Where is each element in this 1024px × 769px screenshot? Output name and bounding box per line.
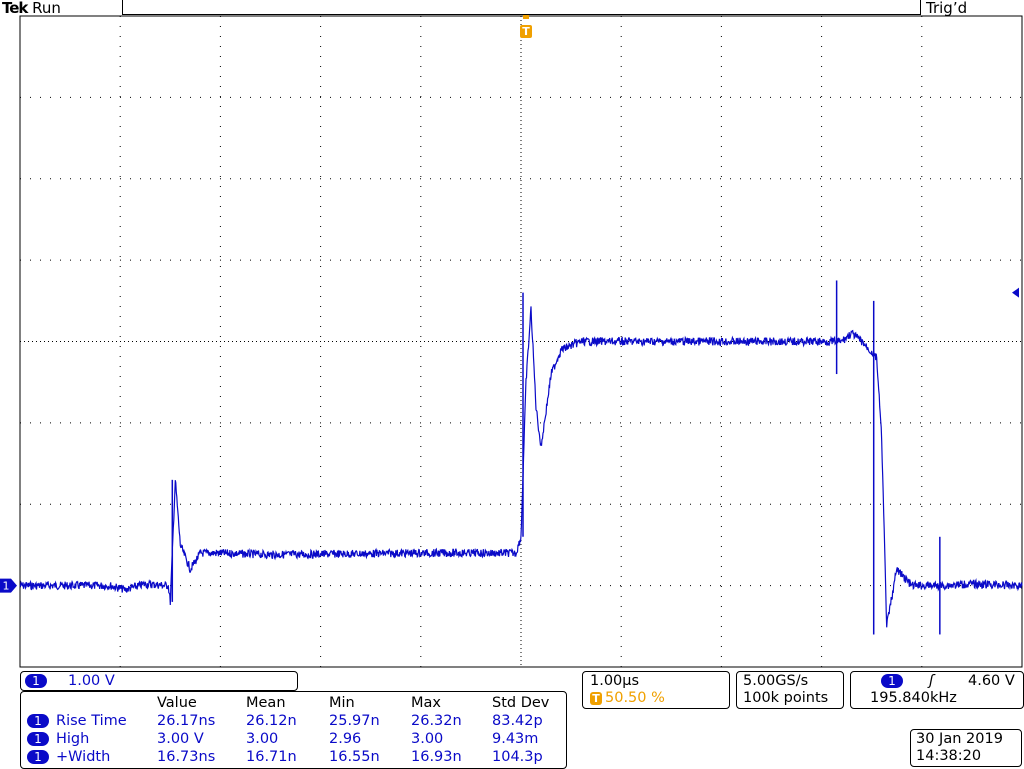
timebase-readout[interactable]: 1.00µs T 50.50 % <box>582 671 730 709</box>
brand-logo: Tek <box>2 0 28 17</box>
channel-scale-value: 1.00 V <box>68 673 115 689</box>
header-mean: Mean <box>246 695 286 711</box>
measurement-value: 26.17ns <box>157 713 216 729</box>
trigger-level-arrow <box>1012 287 1019 298</box>
measurement-std-dev: 83.42p <box>492 713 543 729</box>
measurement-name: Rise Time <box>56 713 127 729</box>
trigger-position-icon: T <box>590 692 602 705</box>
measurement-value: 16.73ns <box>157 749 216 765</box>
measurement-value: 3.00 V <box>157 731 204 747</box>
trigger-status: Trig’d <box>926 0 968 17</box>
row-channel-badge: 1 <box>27 750 49 764</box>
measurement-row[interactable]: 1 High 3.00 V 3.00 2.96 3.00 9.43m <box>21 730 566 748</box>
measurement-mean: 16.71n <box>246 749 297 765</box>
trigger-source-badge: 1 <box>881 674 903 688</box>
header-min: Min <box>329 695 355 711</box>
trigger-level: 4.60 V <box>968 673 1015 689</box>
channel-scale-readout[interactable]: 1 1.00 V <box>20 671 298 691</box>
measurement-mean: 26.12n <box>246 713 297 729</box>
measurement-min: 2.96 <box>329 731 362 747</box>
measurement-name: +Width <box>56 749 111 765</box>
record-length: 100k points <box>743 690 829 706</box>
top-status-label: Tek Run <box>2 0 61 16</box>
sample-rate: 5.00GS/s <box>743 673 809 689</box>
measurement-mean: 3.00 <box>246 731 279 747</box>
measurement-max: 3.00 <box>411 731 444 747</box>
measurement-std-dev: 104.3p <box>492 749 543 765</box>
row-channel-badge: 1 <box>27 714 49 728</box>
rising-edge-icon: ʃ <box>929 673 934 689</box>
header-std-dev: Std Dev <box>492 695 550 711</box>
measurement-name: High <box>56 731 90 747</box>
time-per-div: 1.00µs <box>590 673 640 689</box>
channel-ground-marker-label: 1 <box>3 580 10 593</box>
channel-badge: 1 <box>25 674 47 688</box>
measurement-min: 16.55n <box>329 749 380 765</box>
measurement-std-dev: 9.43m <box>492 731 539 747</box>
measurement-row[interactable]: 1 Rise Time 26.17ns 26.12n 25.97n 26.32n… <box>21 712 566 730</box>
time: 14:38:20 <box>916 748 982 764</box>
date-time-readout: 30 Jan 2019 14:38:20 <box>910 729 1022 767</box>
trigger-marker-label: T <box>522 25 530 38</box>
measurement-max: 26.32n <box>411 713 462 729</box>
header-value: Value <box>157 695 197 711</box>
date: 30 Jan 2019 <box>916 731 1003 747</box>
trigger-position-value: 50.50 % <box>605 690 665 706</box>
trigger-frequency: 195.840kHz <box>870 690 957 706</box>
waveform-trace <box>19 306 1023 628</box>
run-state: Run <box>32 0 61 17</box>
measurement-min: 25.97n <box>329 713 380 729</box>
waveform-display: T1 <box>0 1 1023 668</box>
measurement-header-row: Value Mean Min Max Std Dev <box>21 694 566 712</box>
measurement-table: Value Mean Min Max Std Dev 1 Rise Time 2… <box>20 691 567 769</box>
trigger-readout[interactable]: 1 ʃ 4.60 V 195.840kHz <box>850 671 1024 709</box>
header-max: Max <box>411 695 441 711</box>
row-channel-badge: 1 <box>27 732 49 746</box>
measurement-row[interactable]: 1 +Width 16.73ns 16.71n 16.55n 16.93n 10… <box>21 748 566 766</box>
record-view-bar <box>122 0 921 15</box>
measurement-max: 16.93n <box>411 749 462 765</box>
acquisition-readout[interactable]: 5.00GS/s 100k points <box>736 671 844 709</box>
